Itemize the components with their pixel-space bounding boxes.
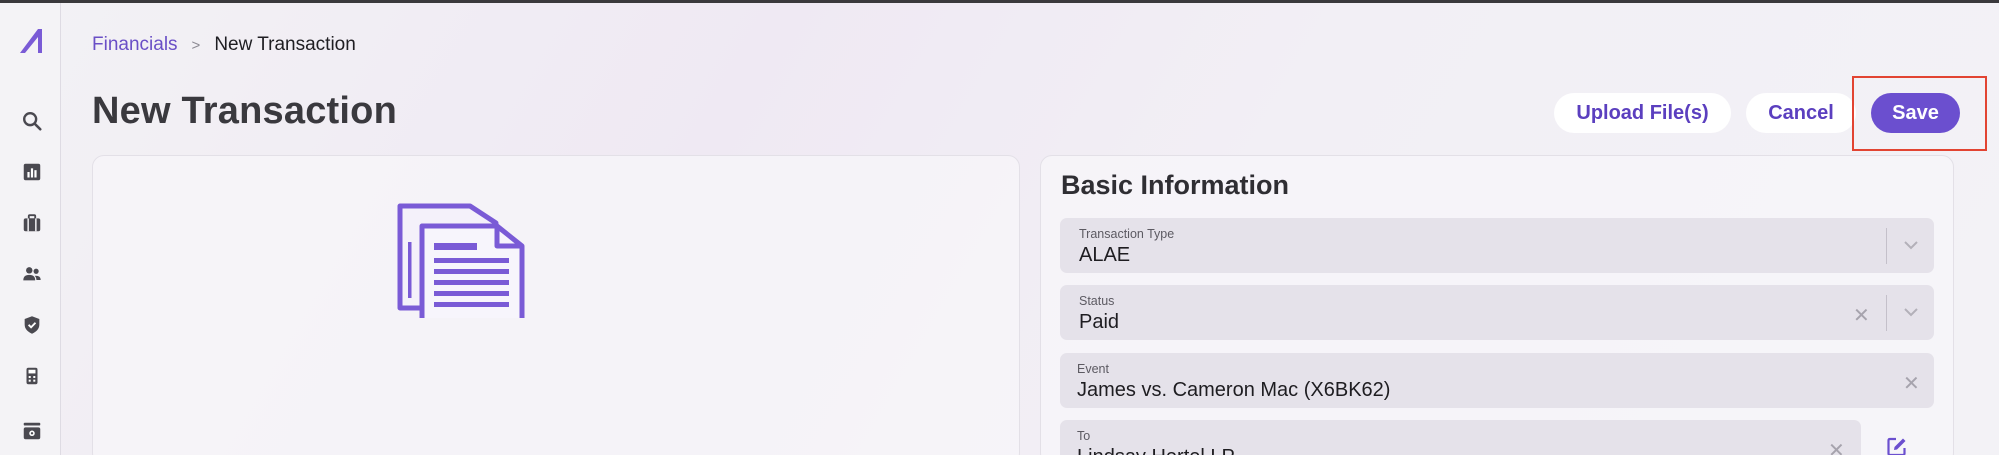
breadcrumb-current: New Transaction <box>214 34 356 55</box>
sidebar <box>0 3 61 455</box>
breadcrumb-separator: > <box>191 36 201 54</box>
users-icon[interactable] <box>20 262 44 286</box>
clear-icon[interactable]: ✕ <box>1903 371 1920 396</box>
event-value: James vs. Cameron Mac (X6BK62) <box>1077 379 1391 401</box>
document-icon <box>397 203 525 318</box>
to-value: Lindsay Hertel LP <box>1077 446 1235 455</box>
to-label: To <box>1077 429 1091 443</box>
field-divider <box>1886 295 1887 331</box>
save-button-highlight <box>1852 76 1987 151</box>
event-label: Event <box>1077 362 1109 376</box>
document-preview-panel[interactable] <box>92 155 1020 455</box>
search-icon[interactable] <box>20 109 44 133</box>
status-label: Status <box>1079 294 1115 308</box>
transaction-type-value: ALAE <box>1079 244 1131 266</box>
shield-icon[interactable] <box>20 313 44 337</box>
breadcrumb-financials-link[interactable]: Financials <box>92 34 178 56</box>
clear-icon[interactable]: ✕ <box>1828 438 1845 455</box>
calculator-icon[interactable] <box>20 364 44 388</box>
transaction-type-label: Transaction Type <box>1079 227 1175 241</box>
edit-icon[interactable] <box>1886 436 1908 455</box>
upload-files-button[interactable]: Upload File(s) <box>1554 93 1731 133</box>
status-value: Paid <box>1079 311 1120 333</box>
field-divider <box>1886 228 1887 264</box>
cancel-button[interactable]: Cancel <box>1746 93 1856 133</box>
section-title-basic-information: Basic Information <box>1061 170 1290 200</box>
breadcrumb: Financials > New Transaction <box>92 34 356 56</box>
chevron-down-icon[interactable] <box>1902 238 1920 252</box>
status-select[interactable]: Status Paid ✕ <box>1060 285 1934 340</box>
clear-icon[interactable]: ✕ <box>1853 303 1870 328</box>
billing-icon[interactable] <box>20 419 44 443</box>
transaction-type-select[interactable]: Transaction Type ALAE <box>1060 218 1934 273</box>
briefcase-icon[interactable] <box>20 211 44 235</box>
event-select[interactable]: Event James vs. Cameron Mac (X6BK62) ✕ <box>1060 353 1934 408</box>
app-logo[interactable] <box>18 26 46 56</box>
analytics-icon[interactable] <box>20 160 44 184</box>
to-select[interactable]: To Lindsay Hertel LP ✕ <box>1060 420 1861 455</box>
window-top-border <box>0 0 1999 3</box>
chevron-down-icon[interactable] <box>1902 305 1920 319</box>
page-title: New Transaction <box>92 90 397 132</box>
